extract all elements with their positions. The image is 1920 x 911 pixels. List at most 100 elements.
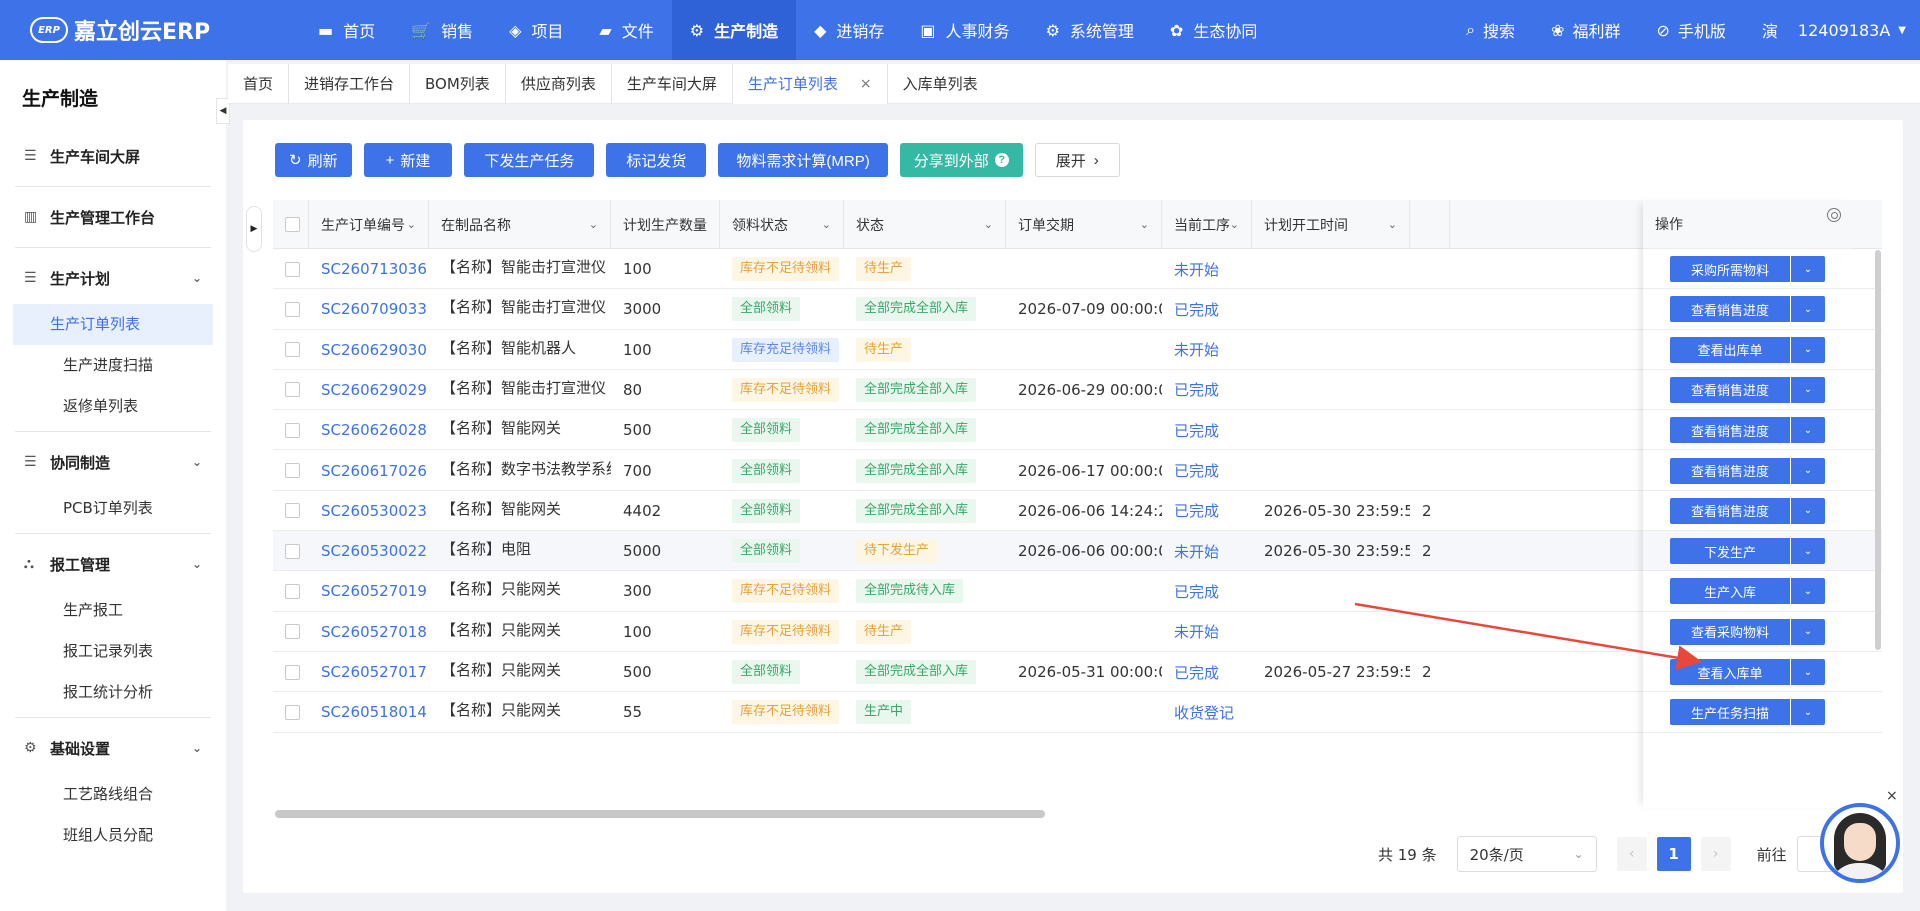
column-header[interactable]: 生产订单编号 ⌄ (309, 200, 429, 249)
table-row[interactable]: SC260626028 【名称】智能网关 500 全部领料 全部完成全部入库 已完成 (273, 410, 1882, 451)
page-size-select[interactable]: 20条/页 ⌄ (1456, 836, 1597, 872)
nav-item-4[interactable]: ⚙ 生产制造 (671, 0, 797, 60)
nav-item-1[interactable]: 🛒 销售 (393, 0, 491, 60)
current-step-link[interactable]: 已完成 (1174, 420, 1219, 441)
nav-item-8[interactable]: ✿ 生态协同 (1152, 0, 1275, 60)
current-step-link[interactable]: 已完成 (1174, 299, 1219, 320)
order-id-link[interactable]: SC260530023 (321, 502, 427, 520)
chevron-down-icon[interactable]: ⌄ (1791, 659, 1825, 685)
chevron-down-icon[interactable]: ⌄ (1791, 336, 1825, 363)
order-id-link[interactable]: SC260527018 (321, 623, 427, 641)
current-step-link[interactable]: 已完成 (1174, 581, 1219, 602)
order-id-link[interactable]: SC260629029 (321, 381, 427, 399)
table-row[interactable]: SC260527018 【名称】只能网关 100 库存不足待领料 待生产 未开始 (273, 611, 1882, 652)
tab-2[interactable]: BOM列表 (410, 63, 506, 104)
assistant-close-icon[interactable]: × (1886, 788, 1898, 804)
select-all-checkbox[interactable] (285, 217, 300, 232)
sidebar-item-15[interactable]: 报工统计分析 (13, 672, 213, 713)
order-id-link[interactable]: SC260527019 (321, 582, 427, 600)
tab-6[interactable]: 入库单列表 (888, 64, 993, 104)
current-step-link[interactable]: 已完成 (1174, 662, 1219, 683)
tab-0[interactable]: 首页 (228, 63, 290, 104)
close-icon[interactable]: × (860, 76, 872, 92)
nav-item-2[interactable]: ◈ 项目 (491, 0, 581, 60)
assistant-avatar[interactable] (1820, 803, 1900, 883)
table-row[interactable]: SC260527017 【名称】只能网关 500 全部领料 全部完成全部入库 2026-0… (273, 652, 1882, 693)
sidebar-item-19[interactable]: 班组人员分配 (13, 815, 213, 856)
page-number-current[interactable]: 1 (1656, 837, 1691, 871)
row-checkbox[interactable] (285, 261, 300, 277)
table-row[interactable]: SC260629029 【名称】智能击打宣泄仪 80 库存不足待领料 全部完成全部入库 2… (273, 369, 1882, 411)
chevron-down-icon[interactable]: ⌄ (1791, 417, 1825, 444)
order-id-link[interactable]: SC260518014 (321, 703, 427, 721)
row-checkbox[interactable] (285, 301, 300, 317)
table-row[interactable]: SC260709033 【名称】智能击打宣泄仪 3000 全部领料 全部完成全部入库 20… (273, 289, 1882, 330)
current-step-link[interactable]: 已完成 (1174, 379, 1219, 400)
search-button[interactable]: ⌕ 搜索 (1448, 18, 1533, 42)
new-button[interactable]: + 新建 (363, 143, 453, 177)
table-row[interactable]: SC260527019 【名称】只能网关 300 库存不足待领料 全部完成待入库 已完成 (273, 571, 1882, 612)
order-id-link[interactable]: SC260527017 (321, 663, 427, 681)
tab-1[interactable]: 进销存工作台 (289, 63, 411, 104)
row-action-button[interactable]: 查看出库单 (1670, 336, 1790, 363)
row-checkbox[interactable] (285, 422, 300, 438)
prev-page-button[interactable]: ‹ (1616, 837, 1647, 871)
chevron-down-icon[interactable]: ⌄ (1791, 457, 1825, 484)
order-id-link[interactable]: SC260617026 (321, 462, 427, 480)
mrp-button[interactable]: 物料需求计算(MRP) (718, 143, 888, 177)
row-action-button[interactable]: 下发生产 (1670, 538, 1790, 565)
sidebar-item-14[interactable]: 报工记录列表 (13, 631, 213, 672)
order-id-link[interactable]: SC260626028 (321, 421, 427, 439)
welfare-group-button[interactable]: ❀ 福利群 (1533, 18, 1638, 42)
sidebar-group-2[interactable]: ▥ 生产管理工作台 (0, 191, 226, 243)
column-settings-icon[interactable] (1827, 208, 1841, 222)
sidebar-item-7[interactable]: 返修单列表 (13, 386, 213, 427)
nav-item-0[interactable]: ▬ 首页 (300, 0, 393, 60)
order-id-link[interactable]: SC260709033 (321, 300, 427, 318)
table-row[interactable]: SC260518014 【名称】只能网关 55 库存不足待领料 生产中 收货登记 (273, 692, 1882, 733)
vertical-scrollbar[interactable] (1875, 250, 1881, 650)
row-checkbox[interactable] (285, 503, 300, 519)
chevron-down-icon[interactable]: ⌄ (1791, 699, 1825, 726)
row-action-button[interactable]: 生产任务扫描 (1670, 699, 1790, 726)
expand-button[interactable]: 展开 › (1034, 143, 1120, 177)
user-menu[interactable]: 演 12409183A ▼ (1744, 18, 1920, 42)
table-row[interactable]: SC260530022 【名称】电阻 5000 全部领料 待下发生产 2026-06-06… (273, 531, 1882, 572)
next-page-button[interactable]: › (1700, 837, 1731, 871)
chevron-down-icon[interactable]: ⌄ (1791, 296, 1825, 323)
row-checkbox[interactable] (285, 583, 300, 599)
mark-ship-button[interactable]: 标记发货 (606, 143, 707, 177)
column-header[interactable]: 当前工序 ⌄ (1162, 200, 1252, 249)
current-step-link[interactable]: 未开始 (1174, 339, 1219, 360)
row-action-button[interactable]: 查看采购物料 (1670, 618, 1790, 645)
mobile-version-button[interactable]: ⊘ 手机版 (1638, 18, 1743, 42)
nav-item-5[interactable]: ◆ 进销存 (796, 0, 902, 60)
sidebar-item-13[interactable]: 生产报工 (13, 590, 213, 631)
row-action-button[interactable]: 生产入库 (1670, 578, 1790, 605)
tab-4[interactable]: 生产车间大屏 (612, 63, 733, 104)
table-row[interactable]: SC260713036 【名称】智能击打宣泄仪 100 库存不足待领料 待生产 未开始 (273, 249, 1882, 290)
row-checkbox[interactable] (285, 382, 300, 398)
row-checkbox[interactable] (285, 342, 300, 358)
tab-5[interactable]: 生产订单列表 × (732, 63, 888, 104)
current-step-link[interactable]: 未开始 (1174, 541, 1219, 562)
column-header[interactable]: 状态 ⌄ (844, 200, 1006, 249)
row-action-button[interactable]: 采购所需物料 (1670, 256, 1790, 282)
nav-item-7[interactable]: ⚙ 系统管理 (1028, 0, 1152, 60)
sidebar-group-4[interactable]: ☰ 生产计划 ⌄ (0, 252, 226, 304)
column-header[interactable]: 领料状态 ⌄ (720, 200, 844, 249)
table-row[interactable]: SC260629030 【名称】智能机器人 100 库存充足待领料 待生产 未开始 (273, 329, 1882, 370)
column-header[interactable]: 计划生产数量 ⌄ (611, 200, 720, 249)
order-id-link[interactable]: SC260629030 (321, 341, 427, 359)
app-logo[interactable]: ERP 嘉立创云ERP (0, 0, 300, 60)
column-header[interactable]: 计划开工时间 ⌄ (1252, 200, 1410, 249)
nav-item-6[interactable]: ▣ 人事财务 (902, 0, 1027, 60)
chevron-down-icon[interactable]: ⌄ (1791, 256, 1825, 282)
current-step-link[interactable]: 已完成 (1174, 460, 1219, 481)
row-checkbox[interactable] (285, 624, 300, 640)
tab-3[interactable]: 供应商列表 (506, 63, 612, 104)
dispatch-task-button[interactable]: 下发生产任务 (464, 143, 595, 177)
chevron-down-icon[interactable]: ⌄ (1791, 618, 1825, 645)
chevron-down-icon[interactable]: ⌄ (1791, 538, 1825, 565)
sidebar-group-12[interactable]: ⛬ 报工管理 ⌄ (0, 538, 226, 590)
